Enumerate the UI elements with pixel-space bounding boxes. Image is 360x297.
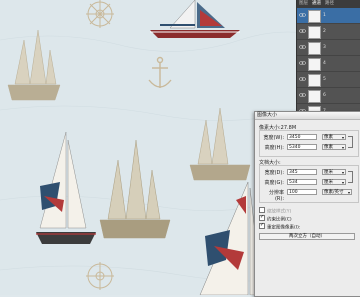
doc-height-label: 高度(G): — [264, 180, 284, 186]
resolution-unit-select[interactable]: 像素/英寸 — [322, 189, 352, 195]
layer-row[interactable]: 1 — [297, 8, 360, 24]
layer-row[interactable]: 4 — [297, 56, 360, 72]
layer-row[interactable]: 2 — [297, 24, 360, 40]
layer-row[interactable]: 5 — [297, 72, 360, 88]
resolution-input[interactable]: 100 — [287, 189, 317, 195]
pixel-dimensions-group: 宽度(W): 3450 像素 高度(H): 5340 像素 — [259, 130, 359, 157]
layer-row[interactable]: 3 — [297, 40, 360, 56]
checkbox-box[interactable] — [259, 222, 265, 229]
layer-name: 6 — [323, 93, 326, 98]
eye-icon[interactable] — [299, 44, 306, 50]
document-size-group: 宽度(D): 345 厘米 高度(G): 534 厘米 分辨率(R): 100 … — [259, 165, 359, 203]
scale-styles-label: 缩放样式(Y) — [267, 209, 292, 215]
resample-label: 重定图像像素(I): — [267, 225, 301, 231]
pixel-width-unit-select[interactable]: 像素 — [322, 134, 346, 140]
resample-method-select[interactable]: 两次立方（自动） — [259, 233, 355, 240]
doc-width-unit-select[interactable]: 厘米 — [322, 169, 346, 175]
layer-thumbnail — [308, 90, 321, 103]
eye-icon[interactable] — [299, 28, 306, 34]
ship-wheel-icon — [86, 0, 114, 28]
layer-name: 2 — [323, 29, 326, 34]
checkbox-box[interactable] — [259, 207, 265, 213]
pixel-height-input[interactable]: 5340 — [287, 144, 317, 150]
layer-name: 5 — [323, 77, 326, 82]
eye-icon[interactable] — [299, 12, 306, 18]
dialog-title: 图像大小 — [255, 112, 360, 120]
doc-width-label: 宽度(D): — [264, 170, 284, 176]
layer-thumbnail — [308, 10, 321, 23]
layer-thumbnail — [308, 42, 321, 55]
layer-thumbnail — [308, 26, 321, 39]
doc-height-unit-select[interactable]: 厘米 — [322, 179, 346, 185]
link-bracket — [348, 171, 353, 183]
height-label: 高度(H): — [264, 145, 284, 151]
resolution-label: 分辨率(R): — [268, 190, 284, 202]
eye-icon[interactable] — [299, 76, 306, 82]
tab-paths[interactable]: 路径 — [325, 1, 334, 7]
layers-panel: 图层 通道 路径 1 2 3 4 5 6 7 — [296, 0, 360, 119]
layer-name: 3 — [323, 45, 326, 50]
layer-thumbnail — [308, 74, 321, 87]
scale-styles-checkbox[interactable]: 缩放样式(Y) — [259, 207, 359, 215]
layer-name: 4 — [323, 61, 326, 66]
tab-layers[interactable]: 图层 — [299, 1, 308, 7]
eye-icon[interactable] — [299, 60, 306, 66]
checkbox-box[interactable] — [259, 214, 265, 221]
tab-channels[interactable]: 通道 — [312, 1, 321, 7]
constrain-label: 约束比例(C) — [267, 217, 292, 223]
layer-row[interactable]: 6 — [297, 88, 360, 104]
doc-height-input[interactable]: 534 — [287, 179, 317, 185]
resample-checkbox[interactable]: 重定图像像素(I): — [259, 222, 359, 231]
pixel-height-unit-select[interactable]: 像素 — [322, 144, 346, 150]
eye-icon[interactable] — [299, 92, 306, 98]
constrain-proportions-checkbox[interactable]: 约束比例(C) — [259, 214, 359, 223]
width-label: 宽度(W): — [263, 135, 284, 141]
image-size-dialog: 图像大小 像素大小:27.8M 宽度(W): 3450 像素 高度(H): 53… — [254, 111, 360, 297]
panel-tabs: 图层 通道 路径 — [297, 0, 360, 8]
layer-thumbnail — [308, 58, 321, 71]
layer-name: 1 — [323, 13, 326, 18]
doc-width-input[interactable]: 345 — [287, 169, 317, 175]
pixel-width-input[interactable]: 3450 — [287, 134, 317, 140]
link-bracket — [348, 136, 353, 148]
